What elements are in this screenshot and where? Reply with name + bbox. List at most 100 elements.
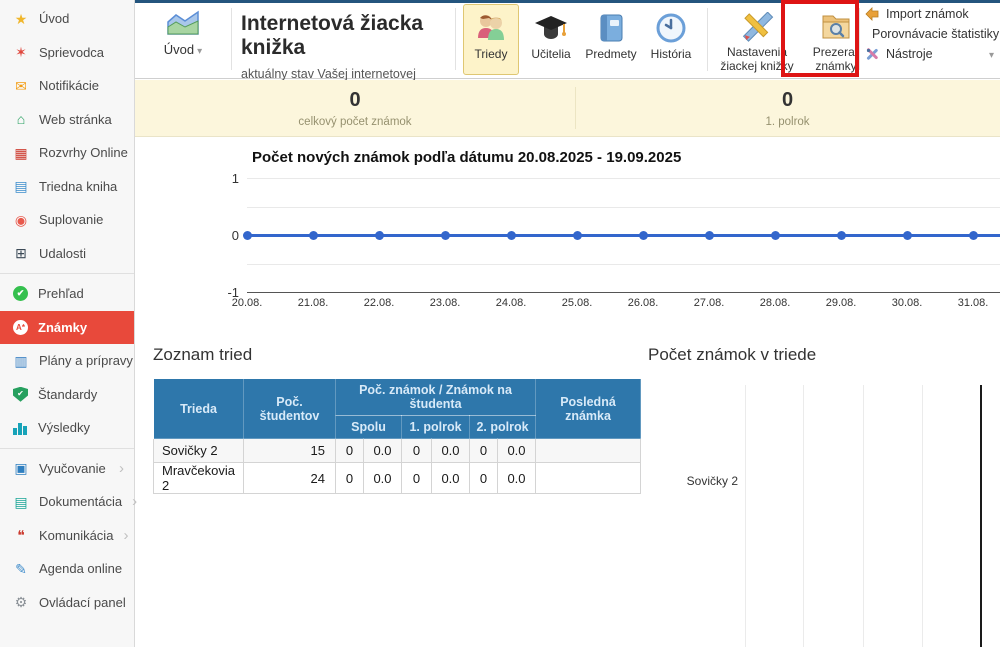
sidebar-item-vyucovanie[interactable]: ▣ Vyučovanie › [0, 452, 134, 486]
class-book-icon: ▤ [13, 178, 29, 194]
star-icon: ★ [13, 11, 29, 27]
x-axis-tick-label: 23.08. [412, 297, 478, 309]
tab-ucitelia[interactable]: Učitelia [523, 4, 579, 75]
sidebar-item-label: Známky [38, 320, 87, 335]
cell-p2-count: 0 [470, 439, 498, 463]
sidebar-item-standardy[interactable]: ✔ Štandardy [0, 378, 134, 412]
tab-historia[interactable]: História [643, 4, 699, 75]
sidebar-item-rozvrhy-online[interactable]: ▦ Rozvrhy Online [0, 136, 134, 170]
tab-label: Predmety [585, 48, 636, 62]
sidebar-item-uvod[interactable]: ★ Úvod [0, 2, 134, 36]
cell-spolu-avg: 0.0 [364, 439, 402, 463]
home-menu-button[interactable]: Úvod▾ [151, 8, 215, 74]
sidebar-item-dokumentacia[interactable]: ▤ Dokumentácia › [0, 485, 134, 519]
shield-check-icon: ✔ [13, 387, 28, 402]
stat-first-term: 0 1. polrok [575, 80, 1000, 136]
toolbar-buttons: Triedy Učitelia [463, 4, 870, 75]
overview-check-icon: ✔ [13, 286, 28, 301]
sidebar-item-sprievodca[interactable]: ✶ Sprievodca [0, 36, 134, 70]
sidebar-item-label: Suplovanie [39, 212, 103, 227]
sidebar-item-web-stranka[interactable]: ⌂ Web stránka [0, 103, 134, 137]
sidebar-item-label: Vyučovanie [39, 461, 106, 476]
data-point [771, 231, 780, 240]
data-point [573, 231, 582, 240]
x-axis-tick-label: 29.08. [808, 297, 874, 309]
tools-icon [865, 47, 879, 61]
chart-title: Počet nových známok podľa dátumu 20.08.2… [252, 149, 681, 166]
settings-ruler-pencil-icon [740, 12, 774, 42]
cell-posledna-znamka [536, 439, 641, 463]
x-axis-tick-label: 25.08. [544, 297, 610, 309]
table-row[interactable]: Mravčekovia 2 24 0 0.0 0 0.0 0 0.0 [154, 463, 641, 494]
data-series-line [247, 234, 1000, 237]
dropdown-arrow-icon[interactable]: ▾ [989, 50, 994, 61]
x-axis-tick-label: 21.08. [280, 297, 346, 309]
classes-table: Trieda Poč. študentov Poč. známok / Znám… [153, 378, 641, 494]
graduation-cap-icon [533, 12, 569, 44]
sidebar-item-label: Prehľad [38, 286, 84, 301]
divider [455, 8, 456, 70]
class-grades-chart: Počet známok v triede Sovičky 2 [648, 345, 1000, 647]
cell-p2-count: 0 [470, 463, 498, 494]
gridline [922, 385, 923, 647]
tab-label: Učitelia [531, 48, 570, 62]
cell-poc-studentov: 15 [244, 439, 336, 463]
magic-wand-icon: ✶ [13, 44, 29, 60]
tab-nastavenia-ziackej-knizky[interactable]: Nastavenia žiackej knižky [716, 4, 798, 75]
sidebar-item-suplovanie[interactable]: ◉ Suplovanie [0, 203, 134, 237]
sidebar-item-triedna-kniha[interactable]: ▤ Triedna kniha [0, 170, 134, 204]
sidebar-item-komunikacia[interactable]: ❝ Komunikácia › [0, 519, 134, 553]
axis-line [980, 385, 982, 647]
area-chart-icon [165, 8, 201, 36]
menu-item-import-znamok[interactable]: Import známok [865, 7, 995, 21]
x-axis-tick-label: 22.08. [346, 297, 412, 309]
divider [859, 8, 860, 70]
tab-triedy[interactable]: Triedy [463, 4, 519, 75]
sidebar-item-label: Dokumentácia [39, 494, 122, 509]
menu-item-label: Nástroje [886, 47, 933, 61]
cell-spolu-avg: 0.0 [364, 463, 402, 494]
page-title: Internetová žiacka knižka [241, 12, 453, 60]
category-label: Sovičky 2 [648, 474, 738, 488]
data-point [903, 231, 912, 240]
sidebar-item-znamky[interactable]: A* Známky [0, 311, 134, 345]
document-icon: ▤ [13, 494, 29, 510]
sidebar-item-udalosti[interactable]: ⊞ Udalosti [0, 237, 134, 271]
column-header-group: Poč. známok / Známok na študenta [336, 379, 536, 416]
sidebar-item-agenda-online[interactable]: ✎ Agenda online [0, 552, 134, 586]
cell-posledna-znamka [536, 463, 641, 494]
sidebar-item-notifikacie[interactable]: ✉ Notifikácie [0, 69, 134, 103]
gridline [863, 385, 864, 647]
menu-item-porovnavacie-statistiky[interactable]: Porovnávacie štatistiky [865, 27, 995, 41]
cell-trieda: Sovičky 2 [154, 439, 244, 463]
chart-title: Počet známok v triede [648, 345, 1000, 365]
cell-p1-count: 0 [402, 463, 432, 494]
cell-spolu-count: 0 [336, 439, 364, 463]
table-row[interactable]: Sovičky 2 15 0 0.0 0 0.0 0 0.0 [154, 439, 641, 463]
data-point [969, 231, 978, 240]
sidebar-item-ovladaci-panel[interactable]: ⚙ Ovládací panel [0, 586, 134, 620]
column-header-poc-studentov: Poč. študentov [244, 379, 336, 439]
app-window: ★ Úvod ✶ Sprievodca ✉ Notifikácie ⌂ Web … [0, 0, 1000, 647]
gridline [247, 178, 1000, 179]
sidebar-item-prehlad[interactable]: ✔ Prehľad [0, 277, 134, 311]
menu-item-nastroje[interactable]: Nástroje [865, 47, 995, 61]
sidebar-item-plany-a-pripravy[interactable]: ▥ Plány a prípravy [0, 344, 134, 378]
sidebar-item-vysledky[interactable]: Výsledky [0, 411, 134, 445]
stat-label: celkový počet známok [298, 116, 411, 128]
pen-icon: ✎ [13, 561, 29, 577]
home-label: Úvod [164, 42, 194, 57]
tab-predmety[interactable]: Predmety [583, 4, 639, 75]
x-axis-line [247, 292, 1000, 293]
tab-label: Triedy [475, 48, 508, 62]
sidebar-item-label: Komunikácia [39, 528, 113, 543]
line-chart: Počet nových známok podľa dátumu 20.08.2… [135, 140, 1000, 330]
main-content: Úvod▾ Internetová žiacka knižka aktuálny… [135, 0, 1000, 647]
envelope-icon: ✉ [13, 78, 29, 94]
cell-spolu-count: 0 [336, 463, 364, 494]
classes-section: Zoznam tried Trieda Poč. študentov Poč. … [153, 345, 658, 494]
top-accent-strip [135, 0, 1000, 3]
gridline [803, 385, 804, 647]
toolbar-side-menu: Import známok Porovnávacie štatistiky [865, 7, 995, 61]
sidebar-item-label: Ovládací panel [39, 595, 126, 610]
